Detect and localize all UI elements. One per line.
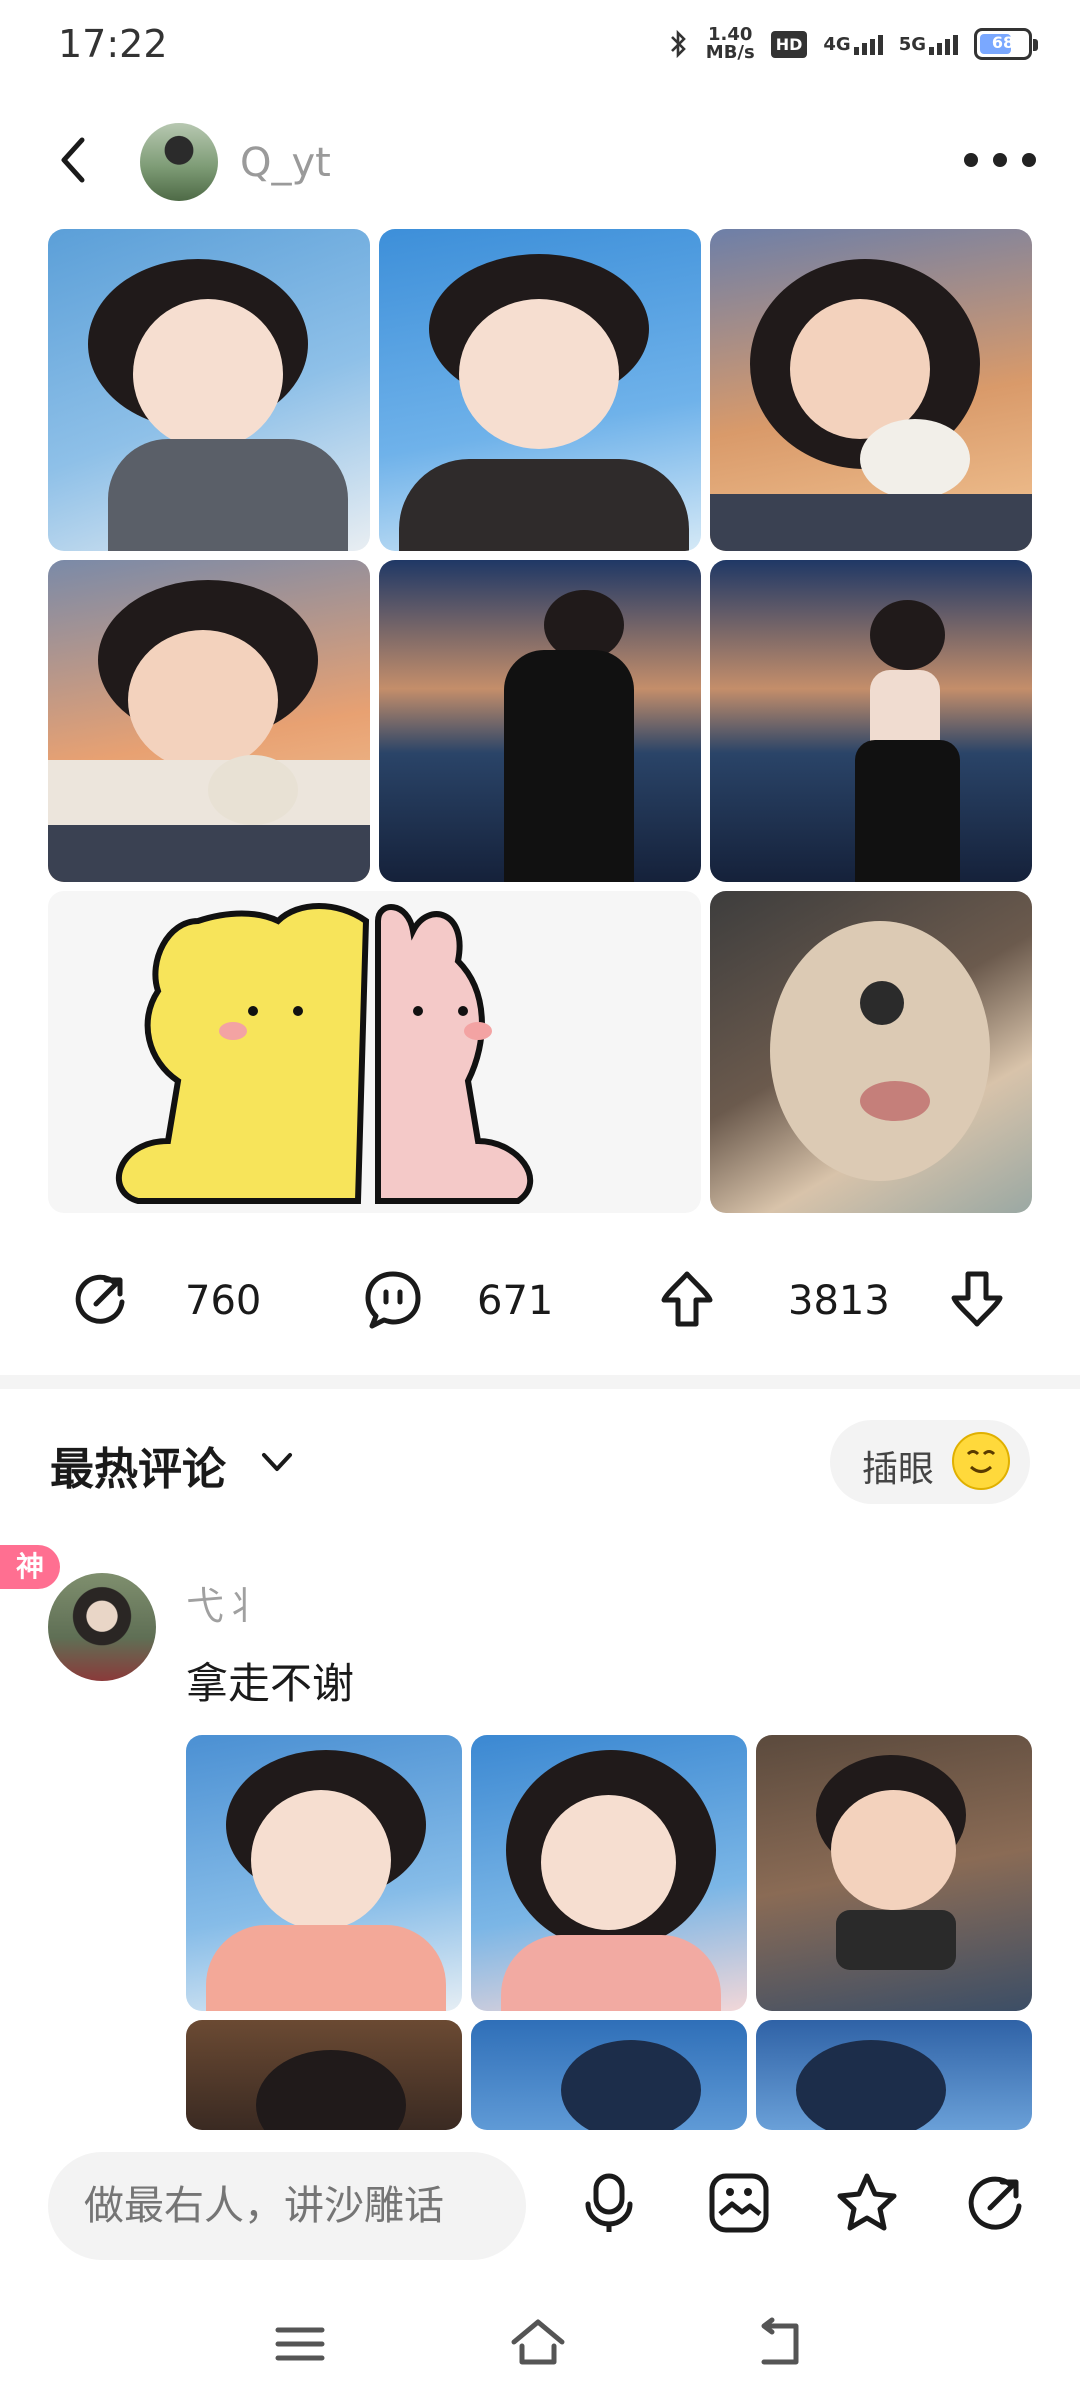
post-image-6[interactable] — [710, 560, 1032, 882]
post-actions: 760 671 3813 — [0, 1248, 1080, 1348]
post-image-4[interactable] — [48, 560, 370, 882]
signal-5g: 5G — [899, 34, 958, 55]
comment-username[interactable]: 弋丬 — [186, 1575, 262, 1630]
comment-count: 671 — [477, 1278, 554, 1324]
comment-text: 拿走不谢 — [186, 1659, 355, 1708]
post-image-3[interactable] — [710, 229, 1032, 551]
voice-icon[interactable] — [576, 2170, 642, 2236]
status-icons: 1.40 MB/s HD 4G 5G 68 — [668, 24, 1038, 63]
comment-image-1[interactable] — [186, 1735, 462, 2011]
downvote-button[interactable] — [946, 1268, 1008, 1330]
home-icon[interactable] — [510, 2316, 566, 2372]
menu-icon[interactable] — [272, 2316, 328, 2372]
status-bar: 17:22 1.40 MB/s HD 4G 5G 68 — [0, 0, 1080, 96]
upvote-icon — [661, 1271, 713, 1327]
author-name[interactable]: Q_yt — [240, 140, 331, 186]
comment-image-2[interactable] — [471, 1735, 747, 2011]
bluetooth-icon — [670, 29, 686, 59]
bookmark-insert-button[interactable]: 插眼 — [830, 1420, 1030, 1504]
reply-bar — [0, 2130, 1080, 2280]
hd-badge: HD — [770, 30, 808, 58]
section-divider — [0, 1375, 1080, 1389]
chevron-down-icon[interactable] — [258, 1443, 296, 1481]
comment-image-3[interactable] — [756, 1735, 1032, 2011]
upvote-button[interactable] — [656, 1268, 718, 1330]
image-icon[interactable] — [706, 2170, 772, 2236]
downvote-icon — [951, 1271, 1003, 1327]
back-nav-icon[interactable] — [752, 2316, 808, 2372]
reply-input[interactable] — [48, 2152, 526, 2260]
battery-icon: 68 — [974, 28, 1038, 60]
author-avatar[interactable] — [140, 123, 218, 201]
post-image-5[interactable] — [379, 560, 701, 882]
post-image-8[interactable] — [710, 891, 1032, 1213]
comment-image-6[interactable] — [756, 2020, 1032, 2130]
share-button[interactable] — [70, 1268, 132, 1330]
bear-rabbit-illustration — [116, 903, 534, 1204]
post-image-1[interactable] — [48, 229, 370, 551]
god-comment-badge: 神 — [0, 1545, 60, 1589]
hot-comments-title[interactable]: 最热评论 — [50, 1433, 226, 1497]
comment-button[interactable] — [362, 1268, 424, 1330]
post-image-7[interactable] — [48, 891, 701, 1213]
share-icon — [75, 1274, 125, 1324]
signal-4g: 4G — [823, 34, 883, 55]
insert-label: 插眼 — [862, 1449, 935, 1490]
more-icon[interactable] — [964, 142, 1036, 178]
share-icon[interactable] — [962, 2170, 1028, 2236]
emoji-icon — [952, 1432, 1010, 1490]
comment-image-4[interactable] — [186, 2020, 462, 2130]
comment-avatar[interactable] — [48, 1573, 156, 1681]
comment-image-5[interactable] — [471, 2020, 747, 2130]
status-time: 17:22 — [58, 22, 168, 66]
upvote-count: 3813 — [788, 1278, 890, 1324]
net-speed: 1.40 MB/s — [705, 24, 755, 63]
post-image-2[interactable] — [379, 229, 701, 551]
comment-icon — [365, 1271, 421, 1329]
post-header: Q_yt — [0, 110, 1080, 220]
back-icon[interactable] — [48, 132, 104, 188]
share-count: 760 — [185, 1278, 262, 1324]
system-nav-bar — [0, 2280, 1080, 2404]
star-icon[interactable] — [834, 2170, 900, 2236]
